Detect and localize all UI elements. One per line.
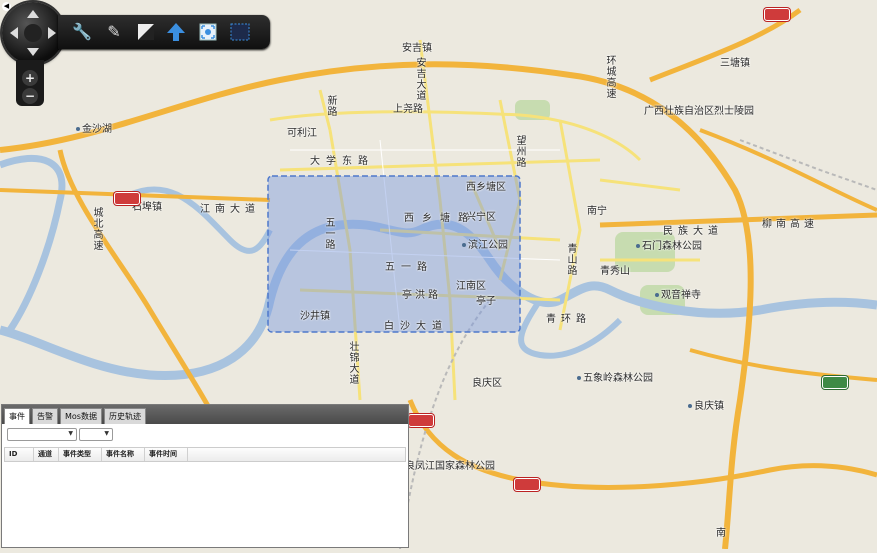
map-label: 青环路 xyxy=(546,314,591,325)
frame-icon[interactable] xyxy=(228,20,252,44)
map-label: 白沙大道 xyxy=(384,321,448,332)
map-label: 沙井镇 xyxy=(300,311,330,322)
pencil-icon[interactable]: ✎ xyxy=(102,20,126,44)
pan-control[interactable] xyxy=(2,2,64,64)
tab-history-track[interactable]: 历史轨迹 xyxy=(103,408,146,424)
pan-right-icon[interactable] xyxy=(48,27,56,39)
back-icon[interactable]: ◀ xyxy=(2,2,11,11)
chevron-down-icon: ▼ xyxy=(104,430,109,437)
pan-center xyxy=(24,24,42,42)
map-label: 望州路 xyxy=(516,136,527,169)
map-label: 五象岭森林公园 xyxy=(577,373,653,384)
chevron-down-icon: ▼ xyxy=(68,430,73,437)
map-label: 可利江 xyxy=(287,128,317,139)
filter-select-2[interactable]: ▼ xyxy=(79,428,113,441)
map-toolbar: 🔧 ✎ xyxy=(58,15,270,49)
column-header[interactable]: 事件类型 xyxy=(59,448,102,461)
zoom-control: + − xyxy=(16,60,44,106)
map-label: 石门森林公园 xyxy=(636,241,702,252)
highway-shield xyxy=(822,376,848,389)
map-label: 亭洪路 xyxy=(402,290,441,301)
map-label: 安吉大道 xyxy=(416,58,427,102)
map-label: 新路 xyxy=(327,96,338,118)
map-label: 江南区 xyxy=(456,281,486,292)
column-header[interactable]: 事件时间 xyxy=(145,448,188,461)
map-label: 柳南高速 xyxy=(762,219,818,230)
up-arrow-icon[interactable] xyxy=(164,20,188,44)
highway-shield xyxy=(514,478,540,491)
map-label: 观音禅寺 xyxy=(655,290,701,301)
wrench-icon[interactable]: 🔧 xyxy=(70,20,94,44)
tab-alarms[interactable]: 告警 xyxy=(32,408,58,424)
map-label: 安吉镇 xyxy=(402,43,432,54)
zoom-out-icon[interactable]: − xyxy=(22,88,38,104)
event-panel: 事件 告警 Mos数据 历史轨迹 ▼ ▼ ID 通道 事件类型 事件名称 事件时… xyxy=(1,404,409,548)
map-label: 金沙湖 xyxy=(76,124,112,135)
highway-shield xyxy=(408,414,434,427)
map-label: 青山路 xyxy=(567,244,578,277)
map-label: 西乡塘路 xyxy=(404,213,476,224)
map-label: 良庆区 xyxy=(472,378,502,389)
map-label: 亭子 xyxy=(476,296,496,307)
map-label: 良庆镇 xyxy=(688,401,724,412)
map-label: 江南大道 xyxy=(200,204,260,215)
map-label: 环城高速 xyxy=(606,56,617,100)
contrast-icon[interactable] xyxy=(134,20,158,44)
selection-rectangle[interactable] xyxy=(267,175,521,333)
map-label: 青秀山 xyxy=(600,266,630,277)
pan-down-icon[interactable] xyxy=(27,48,39,56)
map-label: 壮锦大道 xyxy=(349,342,360,386)
map-label: 民族大道 xyxy=(663,226,723,237)
map-label: 三塘镇 xyxy=(720,58,750,69)
map-label: 广西壮族自治区烈士陵园 xyxy=(644,106,754,117)
highway-shield xyxy=(764,8,790,21)
table-header: ID 通道 事件类型 事件名称 事件时间 xyxy=(4,447,406,462)
filter-bar: ▼ ▼ xyxy=(2,424,408,444)
map-label: 城北高速 xyxy=(93,208,104,252)
map-label: 西乡塘区 xyxy=(466,182,506,193)
panel-tabs: 事件 告警 Mos数据 历史轨迹 xyxy=(2,405,408,424)
map-label: 南 xyxy=(716,528,726,539)
map-label: 南宁 xyxy=(587,206,607,217)
pan-up-icon[interactable] xyxy=(27,10,39,18)
zoom-in-icon[interactable]: + xyxy=(22,70,38,86)
column-header[interactable]: 通道 xyxy=(34,448,59,461)
map-label: 五一路 xyxy=(325,218,336,251)
map-label: 上尧路 xyxy=(393,104,423,115)
column-header[interactable]: ID xyxy=(5,448,34,461)
map-label: 五一路 xyxy=(385,262,433,273)
map-label: 良凤江国家森林公园 xyxy=(405,461,495,472)
tab-mos-data[interactable]: Mos数据 xyxy=(60,408,102,424)
filter-select-1[interactable]: ▼ xyxy=(7,428,77,441)
column-header[interactable]: 事件名称 xyxy=(102,448,145,461)
tab-events[interactable]: 事件 xyxy=(4,408,30,424)
map-label: 大学东路 xyxy=(310,156,374,167)
map-label: 滨江公园 xyxy=(462,240,508,251)
pan-left-icon[interactable] xyxy=(10,27,18,39)
fit-icon[interactable] xyxy=(196,20,220,44)
highway-shield xyxy=(114,192,140,205)
